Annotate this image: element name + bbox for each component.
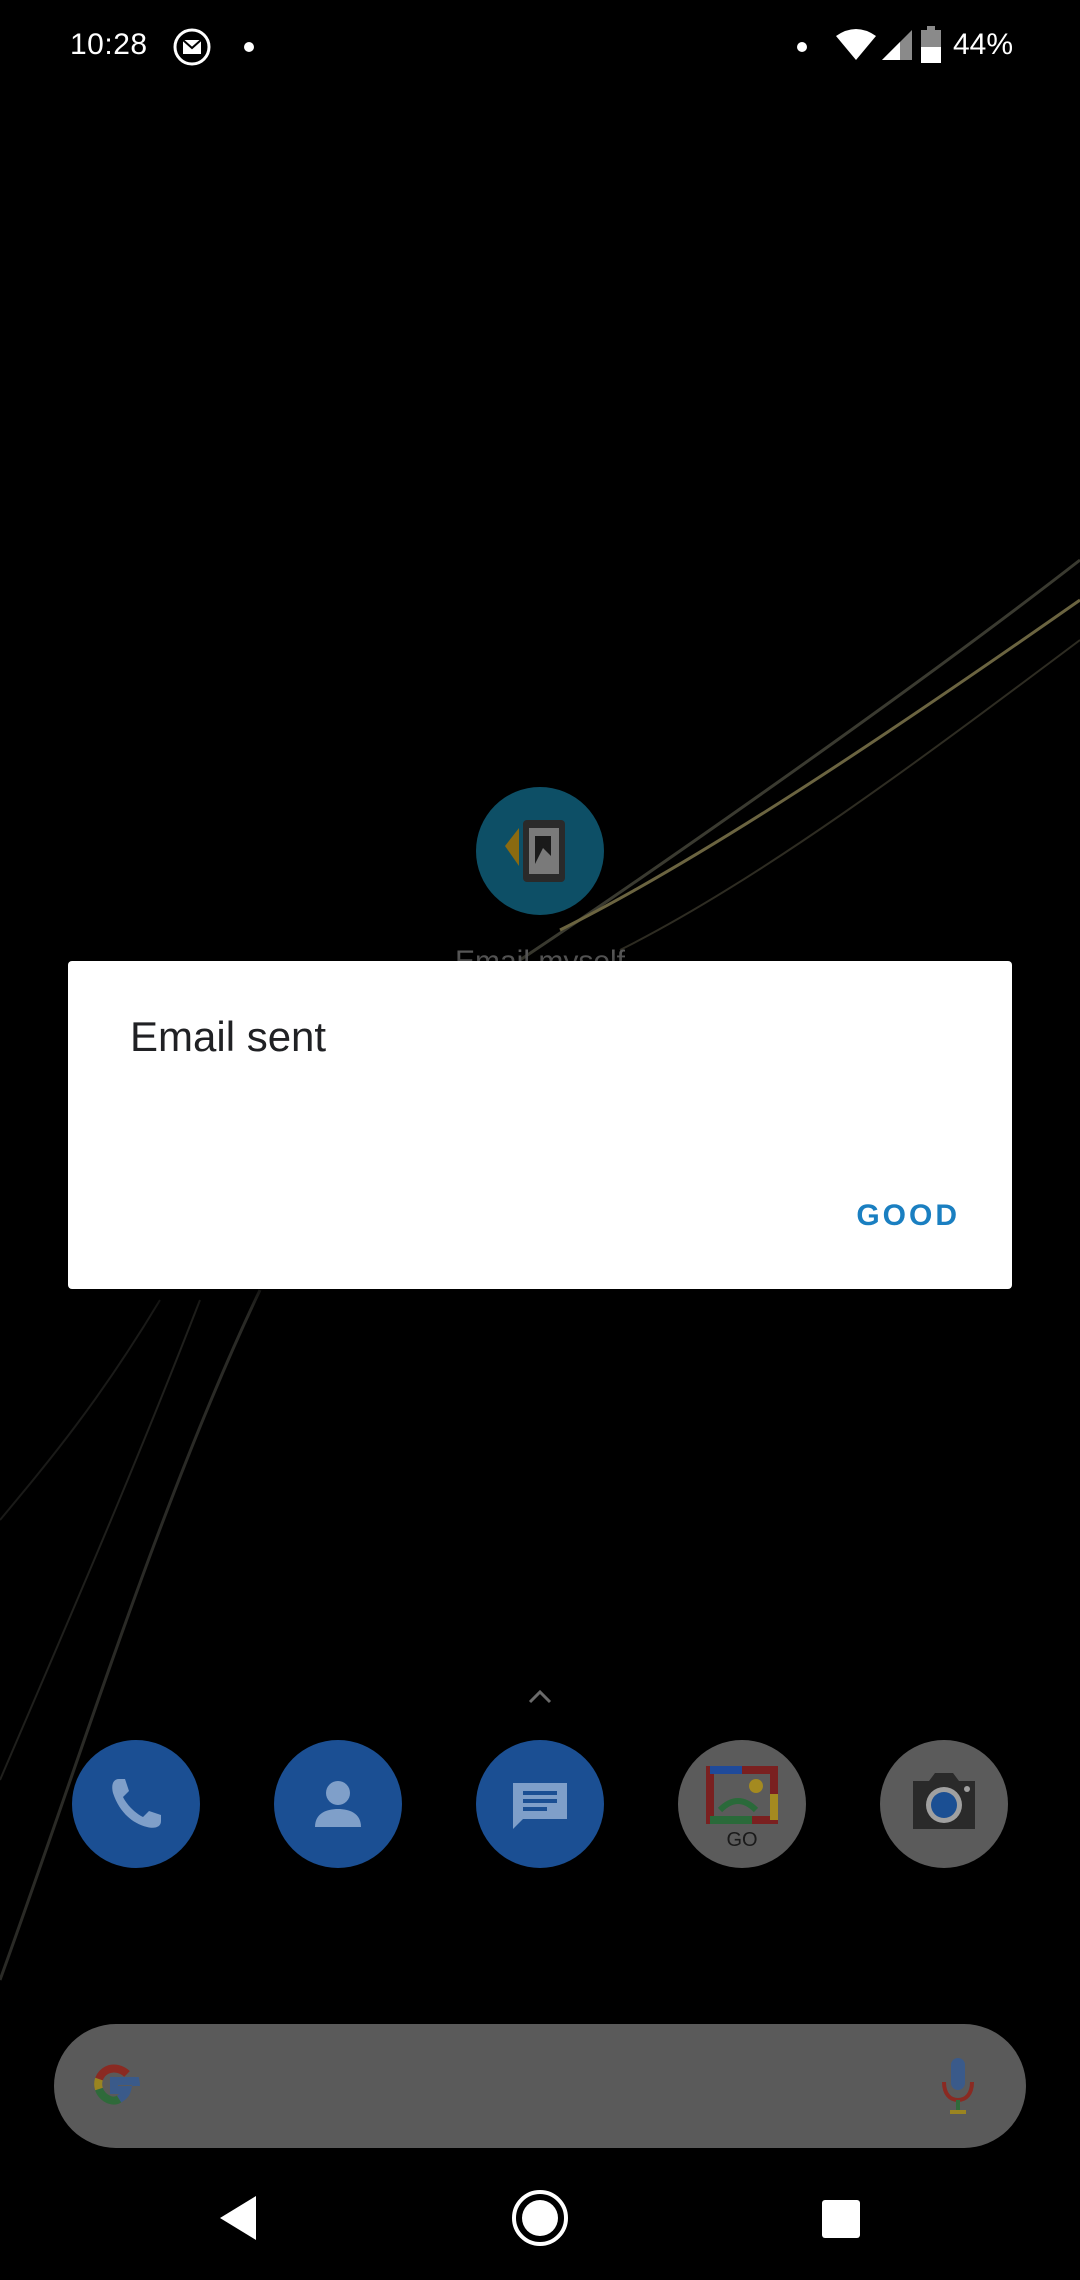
- messages-app-button[interactable]: [476, 1740, 604, 1868]
- contacts-app-button[interactable]: [274, 1740, 402, 1868]
- gmail-icon: [173, 28, 211, 66]
- email-sent-dialog: Email sent GOOD: [68, 961, 1012, 1289]
- email-myself-shortcut[interactable]: [476, 787, 604, 915]
- camera-app-button[interactable]: [880, 1740, 1008, 1868]
- google-search-bar[interactable]: [54, 2024, 1026, 2148]
- shortcut-icon: [505, 820, 565, 882]
- wifi-icon: [836, 29, 876, 60]
- status-bar: 10:28 44%: [0, 0, 1080, 96]
- notification-dot-icon: [797, 42, 807, 52]
- chevron-up-icon[interactable]: [526, 1686, 554, 1706]
- recents-icon[interactable]: [822, 2200, 860, 2238]
- gallery-go-icon: GO: [706, 1766, 778, 1851]
- battery-icon: [921, 26, 941, 63]
- back-icon[interactable]: [216, 2194, 260, 2242]
- dialog-title: Email sent: [130, 1013, 327, 1060]
- messages-icon: [513, 1783, 567, 1829]
- battery-percent: 44%: [953, 28, 1014, 61]
- status-time: 10:28: [70, 28, 148, 61]
- home-screen: 10:28 44% Email myself Email sent GOOD G…: [0, 0, 1080, 2280]
- google-icon: [94, 2064, 140, 2105]
- signal-icon: [882, 30, 912, 60]
- contacts-icon: [315, 1781, 361, 1827]
- home-icon[interactable]: [510, 2188, 570, 2248]
- camera-icon: [913, 1773, 975, 1829]
- mic-icon[interactable]: [938, 2054, 978, 2118]
- notification-dot-icon: [244, 42, 254, 52]
- gallery-go-app-button[interactable]: GO: [678, 1740, 806, 1868]
- gallery-go-badge: GO: [726, 1829, 757, 1851]
- phone-app-button[interactable]: [72, 1740, 200, 1868]
- good-button[interactable]: GOOD: [856, 1199, 960, 1233]
- phone-icon: [112, 1779, 161, 1828]
